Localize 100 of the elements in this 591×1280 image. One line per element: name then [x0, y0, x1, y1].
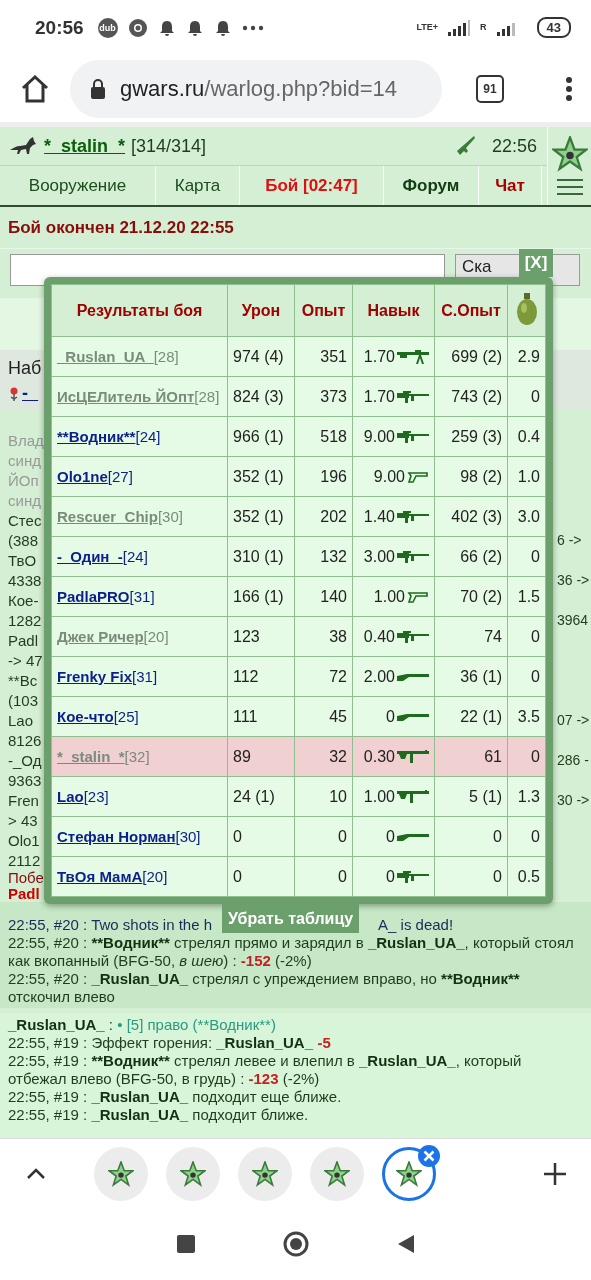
- player-link[interactable]: PadlaPRO: [57, 587, 130, 605]
- menu-icon[interactable]: [565, 75, 573, 102]
- log-fragment: -_Од: [7, 751, 42, 769]
- log-fragment: Fren: [7, 791, 39, 809]
- star-icon: [324, 1160, 350, 1187]
- table-cell: 0: [507, 656, 546, 697]
- player-level: [31]: [132, 667, 158, 685]
- lock-icon: [90, 78, 106, 99]
- table-cell: 743 (2): [434, 376, 508, 417]
- table-cell: 3.5: [507, 696, 546, 737]
- roaming-indicator: R: [480, 23, 487, 32]
- nav-tab[interactable]: Карта: [156, 166, 240, 205]
- close-icon[interactable]: [417, 1143, 441, 1168]
- table-cell: 3.0: [507, 496, 546, 537]
- skill-value: 0.40: [363, 627, 395, 646]
- table-cell: 112: [227, 656, 295, 697]
- player-link[interactable]: **Водник**: [57, 427, 136, 445]
- nav-tab[interactable]: Чат: [479, 166, 542, 205]
- skill-value: 0: [386, 867, 395, 886]
- log-fragment: 8126: [7, 731, 42, 749]
- nav-tab[interactable]: Форум: [384, 166, 479, 205]
- skill-value: 1.40: [363, 507, 395, 526]
- plus-icon[interactable]: [543, 1161, 567, 1186]
- skill-value: 3.00: [363, 547, 395, 566]
- table-cell: 61: [434, 736, 508, 777]
- log-fragment: 6 ->: [557, 532, 583, 548]
- table-cell: 36 (1): [434, 656, 508, 697]
- log-entry: 22:55, #20 : **Водник** стрелял прямо и зарядил в _Ruslan_UA_, который стоял как вкопанный (BFG-50, в шею) : -152 (-2%): [8, 934, 575, 970]
- table-cell: 98 (2): [434, 456, 508, 497]
- star-logo: [551, 136, 588, 172]
- log-fragment: 30 ->: [557, 792, 591, 808]
- health-points: [314/314]: [131, 135, 207, 157]
- player-level: [27]: [107, 467, 133, 485]
- battery-indicator: 43: [536, 17, 571, 38]
- grenade-icon: [514, 291, 539, 326]
- log-entry: A_ is dead!: [378, 916, 454, 934]
- browser-icon: [127, 17, 148, 38]
- table-cell: 123: [227, 616, 295, 657]
- horse-icon: [8, 136, 38, 156]
- player-link[interactable]: ТвОя МамА: [57, 867, 143, 885]
- player-link[interactable]: *_stalin_*: [44, 135, 126, 157]
- log-entry: 22:55, #19 : _Ruslan_UA_ подходит ближе.: [8, 1106, 310, 1124]
- column-header: Результаты боя: [51, 284, 228, 337]
- home-icon[interactable]: [20, 74, 50, 103]
- server-time: 22:56: [491, 135, 537, 157]
- skill-value: 1.70: [363, 387, 395, 406]
- table-cell: 824 (3): [227, 376, 295, 417]
- log-fragment: 9363: [7, 771, 42, 789]
- table-cell: 74: [434, 616, 508, 657]
- caret-up-icon[interactable]: [26, 1167, 46, 1180]
- table-cell: 132: [294, 536, 353, 577]
- player-link[interactable]: Стефан Норман: [57, 827, 176, 845]
- table-cell: 72: [294, 656, 353, 697]
- tab-count-button[interactable]: 91: [476, 74, 504, 103]
- player-level: [24]: [122, 547, 148, 565]
- skill-value: 9.00: [373, 467, 405, 486]
- player-link[interactable]: Lao: [57, 787, 84, 805]
- home-icon[interactable]: [282, 1231, 309, 1257]
- table-cell: 111: [227, 696, 295, 737]
- star-icon: [396, 1160, 422, 1187]
- player-link[interactable]: Frenky Fix: [57, 667, 133, 685]
- log-fragment: (103: [7, 691, 39, 709]
- log-fragment: 4338: [7, 571, 42, 589]
- table-cell: 518: [294, 416, 353, 457]
- nav-tab[interactable]: Бой [02:47]: [240, 166, 384, 205]
- player-level: [30]: [157, 507, 183, 525]
- table-cell: 0: [434, 816, 508, 857]
- log-fragment: (388: [7, 531, 39, 549]
- log-entry: 22:55, #20 : _Ruslan_UA_ стрелял с упреждением вправо, но **Водник** отскочил влево: [8, 970, 521, 1006]
- back-icon[interactable]: [396, 1234, 415, 1254]
- address-bar[interactable]: gwars.ru/warlog.php?bid=14: [70, 59, 442, 118]
- player-level: [24]: [135, 427, 161, 445]
- table-cell: 5 (1): [434, 776, 508, 817]
- log-fragment: 2112: [7, 851, 41, 869]
- player-level: [28]: [194, 387, 220, 405]
- table-cell: 38: [294, 616, 353, 657]
- team-link[interactable]: -_: [22, 383, 38, 404]
- table-cell: 352 (1): [227, 456, 295, 497]
- table-cell: 0: [227, 856, 295, 897]
- player-level: [28]: [153, 347, 179, 365]
- log-entry: 22:55, #20 : Two shots in the h: [8, 916, 213, 934]
- recents-icon[interactable]: [176, 1235, 195, 1253]
- table-cell: 373: [294, 376, 353, 417]
- player-link[interactable]: Olo1ne: [57, 467, 108, 485]
- player-link[interactable]: Кое-что: [57, 707, 114, 725]
- table-cell: 0: [434, 856, 508, 897]
- player-link[interactable]: -_Один_-: [57, 547, 123, 565]
- skill-value: 0.30: [363, 747, 395, 766]
- log-fragment: 3964: [557, 612, 590, 628]
- player-level: [20]: [143, 627, 169, 645]
- url-text: gwars.ru/warlog.php?bid=14: [120, 75, 397, 102]
- table-cell: 310 (1): [227, 536, 295, 577]
- log-entry: 22:55, #19 : **Водник** стрелял левее и влепил в _Ruslan_UA_, который отбежал влево (BFG-50, в грудь) : -123 (-2%): [8, 1052, 523, 1088]
- log-fragment: синд: [7, 451, 41, 469]
- nav-tab[interactable]: Вооружение: [0, 166, 156, 205]
- log-fragment: Lao: [7, 711, 34, 729]
- app-badge: dub: [97, 17, 118, 38]
- player-level: [20]: [142, 867, 168, 885]
- log-fragment: ТвО: [7, 551, 37, 569]
- flower-icon: [8, 386, 20, 401]
